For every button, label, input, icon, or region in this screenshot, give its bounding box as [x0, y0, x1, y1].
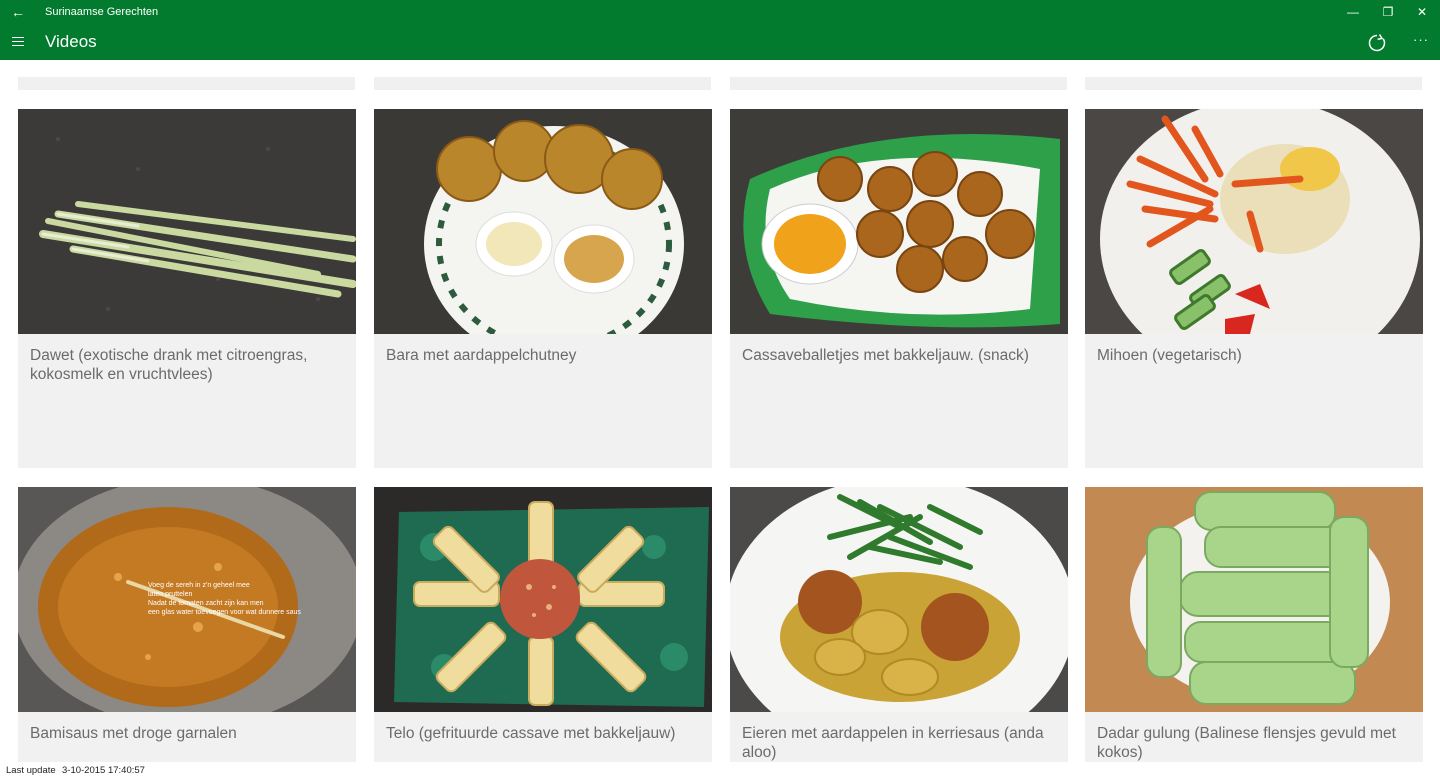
video-title: Dadar gulung (Balinese flensjes gevuld m… [1097, 725, 1396, 761]
video-card-mihoen[interactable]: Mihoen (vegetarisch) [1085, 109, 1423, 468]
video-thumbnail [730, 109, 1068, 334]
svg-text:Voeg de sereh in z'n geheel me: Voeg de sereh in z'n geheel mee [148, 582, 250, 589]
video-card-eieren[interactable]: Eieren met aardappelen in kerriesaus (an… [730, 487, 1068, 762]
video-card-bara[interactable]: Bara met aardappelchutney [374, 109, 712, 468]
last-update-label: Last update [6, 765, 56, 776]
video-thumbnail [18, 109, 356, 334]
video-card-cassaveballetjes[interactable]: Cassaveballetjes met bakkeljauw. (snack) [730, 109, 1068, 468]
last-update-value: 3-10-2015 17:40:57 [62, 765, 145, 776]
video-card-dadar-gulung[interactable]: Dadar gulung (Balinese flensjes gevuld m… [1085, 487, 1423, 762]
more-options-icon[interactable]: ··· [1408, 32, 1434, 52]
video-card-dawet[interactable]: Dawet (exotische drank met citroengras, … [18, 109, 356, 468]
back-arrow-icon[interactable]: ← [8, 3, 28, 21]
video-card-telo[interactable]: Telo (gefrituurde cassave met bakkeljauw… [374, 487, 712, 762]
page-title: Videos [45, 32, 97, 51]
window-title: Surinaamse Gerechten [45, 6, 159, 18]
video-thumbnail [730, 487, 1068, 712]
title-bar: ← Surinaamse Gerechten — ❐ ✕ [0, 0, 1440, 24]
card-stub[interactable] [1085, 77, 1422, 90]
video-thumbnail [374, 109, 712, 334]
close-button[interactable]: ✕ [1399, 0, 1440, 24]
svg-text:Nadat de tomaten zacht zijn ka: Nadat de tomaten zacht zijn kan men [148, 600, 264, 607]
app-header: Videos ··· [0, 24, 1440, 60]
video-title: Bara met aardappelchutney [386, 347, 577, 364]
video-title: Bamisaus met droge garnalen [30, 725, 237, 742]
card-stub[interactable] [18, 77, 355, 90]
video-thumbnail [374, 487, 712, 712]
video-title: Cassaveballetjes met bakkeljauw. (snack) [742, 347, 1029, 364]
svg-text:een glas water toevoegen voor: een glas water toevoegen voor wat dunner… [148, 609, 301, 616]
video-title: Telo (gefrituurde cassave met bakkeljauw… [386, 725, 676, 742]
video-thumbnail [1085, 109, 1423, 334]
svg-text:laten pruttelen: laten pruttelen [148, 591, 192, 598]
video-thumbnail: Voeg de sereh in z'n geheel mee laten pr… [18, 487, 356, 712]
hamburger-menu-icon[interactable] [10, 34, 26, 50]
card-stub[interactable] [374, 77, 711, 90]
video-card-bamisaus[interactable]: Voeg de sereh in z'n geheel mee laten pr… [18, 487, 356, 762]
video-title: Mihoen (vegetarisch) [1097, 347, 1242, 364]
status-bar: Last update 3-10-2015 17:40:57 [0, 762, 1440, 780]
refresh-icon[interactable] [1366, 32, 1388, 54]
video-thumbnail [1085, 487, 1423, 712]
video-title: Eieren met aardappelen in kerriesaus (an… [742, 725, 1044, 761]
video-title: Dawet (exotische drank met citroengras, … [30, 347, 308, 383]
card-stub[interactable] [730, 77, 1067, 90]
